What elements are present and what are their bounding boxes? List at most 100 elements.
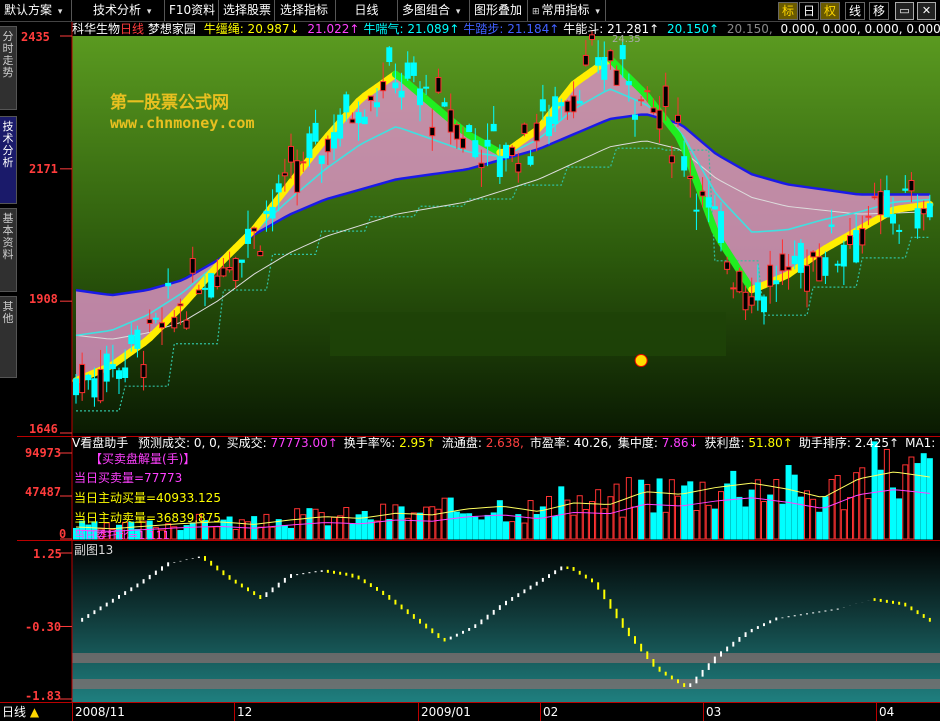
candle-body bbox=[908, 180, 915, 192]
candle-body bbox=[668, 155, 675, 164]
candle-body bbox=[847, 235, 853, 246]
candle-body bbox=[226, 267, 233, 271]
volume-bar bbox=[269, 526, 276, 540]
peak-label: 24.35 bbox=[612, 34, 641, 45]
candle-body bbox=[570, 95, 577, 113]
volume-bar bbox=[718, 491, 724, 540]
candle-body bbox=[902, 188, 909, 191]
vol-buy: 当日买卖量=77773 bbox=[74, 471, 183, 485]
volume-bar bbox=[730, 470, 737, 540]
candle-body bbox=[447, 109, 454, 133]
candle-body bbox=[146, 318, 153, 324]
menu-multi-chart[interactable]: 多图组合 ▾ bbox=[398, 0, 470, 21]
left-tab-strip: 分时走势 技术分析 基本资料 其他 bbox=[0, 22, 17, 702]
rights-button[interactable]: 权 bbox=[820, 2, 841, 20]
candle-body bbox=[687, 175, 694, 179]
tab-intraday[interactable]: 分时走势 bbox=[0, 26, 17, 110]
smiley-icon bbox=[634, 354, 648, 368]
vol-value: 助手排序: 2.425↑ bbox=[798, 436, 900, 450]
candle-body bbox=[632, 114, 638, 120]
candle-body bbox=[656, 109, 663, 130]
candle-body bbox=[331, 132, 337, 149]
tab-other[interactable]: 其他 bbox=[0, 296, 17, 378]
price-panel[interactable]: 2435 2171 1908 1646 bbox=[17, 22, 940, 436]
candle-body bbox=[238, 259, 245, 263]
volume-bar bbox=[595, 489, 602, 540]
candle-body bbox=[435, 77, 442, 93]
tab-technical[interactable]: 技术分析 bbox=[0, 116, 17, 204]
menu-overlay[interactable]: 图形叠加 bbox=[470, 0, 528, 21]
move-button[interactable]: 移 bbox=[869, 2, 890, 20]
candle-body bbox=[754, 282, 761, 301]
candle-body bbox=[97, 368, 104, 402]
candle-body bbox=[490, 123, 497, 132]
candle-body bbox=[546, 116, 552, 137]
candle-body bbox=[410, 62, 417, 76]
menu-period[interactable]: 日线 bbox=[336, 0, 398, 21]
indicator-value: 20.150, bbox=[723, 22, 773, 36]
candle-body bbox=[853, 230, 860, 263]
menu-common-indicator[interactable]: ⊞ 常用指标 ▾ bbox=[528, 0, 606, 21]
candle-body bbox=[269, 206, 276, 219]
candle-body bbox=[748, 296, 755, 306]
candle-body bbox=[202, 287, 208, 290]
volume-bar bbox=[724, 483, 731, 540]
volume-bar bbox=[386, 518, 393, 540]
candle-body bbox=[515, 163, 522, 173]
indicator-value: 牛踏步: 21.184↑ bbox=[463, 22, 560, 36]
candle-body bbox=[404, 62, 411, 79]
oscillator-panel[interactable]: 1.25 -0.30 -1.83 bbox=[17, 540, 940, 703]
candle-body bbox=[466, 125, 473, 133]
volume-bar bbox=[619, 516, 626, 540]
candle-body bbox=[300, 161, 307, 164]
minimize-icon[interactable]: ▭ bbox=[895, 2, 914, 20]
menu-select-indicator[interactable]: 选择指标 bbox=[276, 0, 336, 21]
volume-indicator-bar: V看盘助手 预测成交: 0, 0, 买成交: 77773.00↑ 换手率%: 2.9… bbox=[72, 436, 940, 451]
candle-body bbox=[773, 280, 780, 285]
candle-body bbox=[564, 100, 571, 113]
candle-body bbox=[152, 317, 159, 320]
candle-body bbox=[804, 265, 810, 292]
vol-axis-label: 47487 bbox=[25, 485, 62, 499]
candle-body bbox=[582, 54, 589, 66]
osc-background bbox=[72, 541, 940, 703]
menu-default-scheme[interactable]: 默认方案 ▾ bbox=[0, 0, 72, 21]
line-button[interactable]: 线 bbox=[845, 2, 866, 20]
dropdown-icon: ▾ bbox=[455, 7, 461, 17]
vol-active-sell: 当日主动卖量=36839.875 bbox=[74, 511, 221, 525]
price-chart[interactable] bbox=[17, 22, 940, 436]
candle-body bbox=[484, 139, 491, 147]
period-switch[interactable]: 日线 ▲ bbox=[2, 704, 39, 721]
volume-bar bbox=[441, 497, 448, 540]
volume-bar bbox=[453, 511, 460, 540]
candle-body bbox=[460, 137, 466, 149]
mark-button[interactable]: 标 bbox=[778, 2, 799, 20]
volume-bar bbox=[797, 496, 804, 540]
day-button[interactable]: 日 bbox=[799, 2, 820, 20]
menu-tech-analysis[interactable]: 技术分析 ▾ bbox=[89, 0, 165, 21]
candle-body bbox=[920, 208, 927, 215]
volume-bar bbox=[546, 495, 552, 540]
candle-body bbox=[324, 138, 331, 153]
volume-bar bbox=[816, 511, 823, 540]
menu-f10[interactable]: F10资料 bbox=[165, 0, 219, 21]
osc-axis-label: -0.30 bbox=[25, 620, 62, 634]
candle-body bbox=[355, 112, 362, 124]
volume-bar bbox=[171, 526, 178, 540]
price-axis-label: 2435 bbox=[21, 30, 50, 44]
oscillator-chart[interactable] bbox=[17, 541, 940, 703]
volume-bar bbox=[208, 526, 215, 540]
candle-body bbox=[859, 228, 866, 246]
volume-bar bbox=[582, 509, 589, 540]
menu-select-stock[interactable]: 选择股票 bbox=[219, 0, 275, 21]
close-icon[interactable]: ✕ bbox=[917, 2, 936, 20]
candle-body bbox=[871, 196, 878, 199]
indicator-value: 21.022↑ bbox=[303, 22, 360, 36]
volume-bar bbox=[331, 516, 337, 540]
candle-body bbox=[797, 242, 804, 273]
volume-bar bbox=[908, 456, 915, 540]
vol-tail: 当日委托比=1.111 bbox=[74, 529, 170, 539]
candle-body bbox=[73, 378, 79, 396]
date-label: 03 bbox=[706, 705, 722, 719]
tab-fundamentals[interactable]: 基本资料 bbox=[0, 208, 17, 292]
